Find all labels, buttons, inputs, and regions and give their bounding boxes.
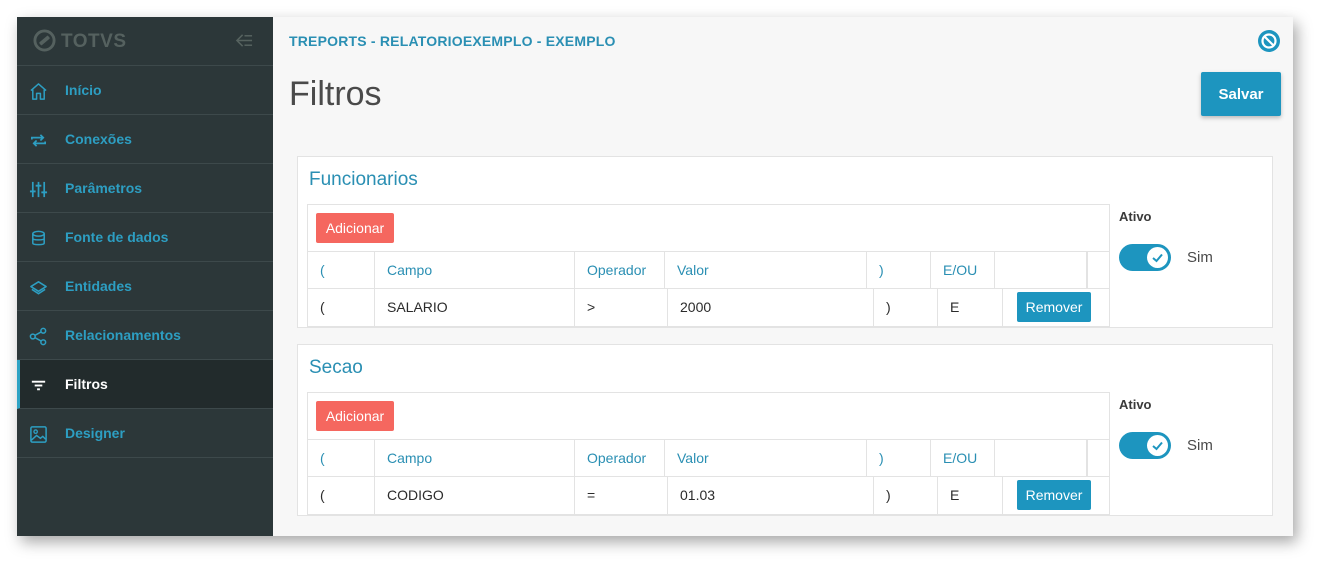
filter-panel-funcionarios: Funcionarios Adicionar ( Campo Operador … <box>297 156 1273 328</box>
add-button[interactable]: Adicionar <box>316 213 394 243</box>
cell-valor[interactable]: 01.03 <box>668 477 874 514</box>
brand-header: TOTVS <box>17 17 273 66</box>
cell-operador[interactable]: = <box>575 477 668 514</box>
image-icon <box>30 426 47 443</box>
cell-close-paren[interactable]: ) <box>874 477 938 514</box>
sidebar-item-entidades[interactable]: Entidades <box>17 262 273 311</box>
check-icon <box>1152 253 1163 263</box>
column-header-spacer <box>1087 252 1109 289</box>
cell-open-paren[interactable]: ( <box>308 477 375 514</box>
share-icon <box>29 327 47 346</box>
check-icon <box>1152 441 1163 451</box>
sidebar-item-inicio[interactable]: Início <box>17 66 273 115</box>
remove-button[interactable]: Remover <box>1017 292 1091 322</box>
panel-title: Secao <box>309 357 363 378</box>
column-header-spacer <box>1087 440 1109 477</box>
sidebar-item-label: Filtros <box>65 376 108 392</box>
ativo-label: Ativo <box>1119 397 1152 412</box>
sidebar-item-label: Designer <box>65 425 125 441</box>
help-icon[interactable] <box>1257 29 1281 53</box>
grid-header: ( Campo Operador Valor ) E/OU <box>308 439 1109 477</box>
filter-grid: Adicionar ( Campo Operador Valor ) E/OU … <box>307 392 1110 515</box>
column-header-actions <box>995 252 1087 289</box>
ativo-toggle-text: Sim <box>1187 437 1213 454</box>
cell-actions: Remover <box>1003 289 1109 326</box>
sidebar-item-label: Relacionamentos <box>65 327 181 343</box>
filter-icon <box>31 380 46 391</box>
database-icon <box>32 230 45 246</box>
table-row: ( SALARIO > 2000 ) E Remover <box>308 289 1109 327</box>
column-header-actions <box>995 440 1087 477</box>
cell-valor[interactable]: 2000 <box>668 289 874 326</box>
sidebar-item-parametros[interactable]: Parâmetros <box>17 164 273 213</box>
sidebar: TOTVS Início Conexões Parâmetros Fonte d… <box>17 17 273 536</box>
ativo-toggle[interactable] <box>1119 244 1171 271</box>
grid-header: ( Campo Operador Valor ) E/OU <box>308 251 1109 289</box>
filter-grid: Adicionar ( Campo Operador Valor ) E/OU … <box>307 204 1110 327</box>
column-header-open-paren[interactable]: ( <box>308 440 375 477</box>
column-header-operador[interactable]: Operador <box>575 252 665 289</box>
sliders-icon <box>29 181 48 198</box>
column-header-open-paren[interactable]: ( <box>308 252 375 289</box>
cell-actions: Remover <box>1003 477 1109 514</box>
save-button[interactable]: Salvar <box>1201 72 1281 116</box>
sidebar-item-label: Fonte de dados <box>65 229 169 245</box>
sidebar-item-conexoes[interactable]: Conexões <box>17 115 273 164</box>
sidebar-item-label: Entidades <box>65 278 132 294</box>
toggle-knob <box>1147 435 1168 456</box>
add-button[interactable]: Adicionar <box>316 401 394 431</box>
sidebar-item-relacionamentos[interactable]: Relacionamentos <box>17 311 273 360</box>
sidebar-item-designer[interactable]: Designer <box>17 409 273 458</box>
cell-e-ou[interactable]: E <box>938 289 1003 326</box>
ativo-toggle[interactable] <box>1119 432 1171 459</box>
column-header-valor[interactable]: Valor <box>665 252 867 289</box>
cell-e-ou[interactable]: E <box>938 477 1003 514</box>
layers-icon <box>30 281 47 295</box>
column-header-close-paren[interactable]: ) <box>867 252 931 289</box>
sidebar-menu: Início Conexões Parâmetros Fonte de dado… <box>17 66 273 458</box>
table-row: ( CODIGO = 01.03 ) E Remover <box>308 477 1109 515</box>
sidebar-item-label: Parâmetros <box>65 180 143 196</box>
column-header-campo[interactable]: Campo <box>375 440 575 477</box>
collapse-menu-icon[interactable] <box>235 32 254 49</box>
column-header-e-ou[interactable]: E/OU <box>931 252 995 289</box>
column-header-e-ou[interactable]: E/OU <box>931 440 995 477</box>
panel-title: Funcionarios <box>309 169 418 190</box>
home-icon <box>30 83 47 100</box>
sidebar-item-fonte-de-dados[interactable]: Fonte de dados <box>17 213 273 262</box>
totvs-logo-icon <box>33 29 56 52</box>
ativo-toggle-text: Sim <box>1187 249 1213 266</box>
toggle-knob <box>1147 247 1168 268</box>
cell-open-paren[interactable]: ( <box>308 289 375 326</box>
brand-name: TOTVS <box>61 31 127 52</box>
cell-campo[interactable]: CODIGO <box>375 477 575 514</box>
filter-panel-secao: Secao Adicionar ( Campo Operador Valor )… <box>297 344 1273 516</box>
sidebar-item-label: Início <box>65 82 102 98</box>
column-header-close-paren[interactable]: ) <box>867 440 931 477</box>
cell-operador[interactable]: > <box>575 289 668 326</box>
page-title: Filtros <box>289 75 382 113</box>
main-content: TREPORTS - RELATORIOEXEMPLO - EXEMPLO Fi… <box>273 17 1293 536</box>
sync-icon <box>30 134 47 147</box>
sidebar-item-filtros[interactable]: Filtros <box>17 360 273 409</box>
cell-close-paren[interactable]: ) <box>874 289 938 326</box>
remove-button[interactable]: Remover <box>1017 480 1091 510</box>
sidebar-item-label: Conexões <box>65 131 132 147</box>
ativo-label: Ativo <box>1119 209 1152 224</box>
breadcrumb[interactable]: TREPORTS - RELATORIOEXEMPLO - EXEMPLO <box>289 33 616 49</box>
app-window: TOTVS Início Conexões Parâmetros Fonte d… <box>17 17 1293 536</box>
column-header-campo[interactable]: Campo <box>375 252 575 289</box>
cell-campo[interactable]: SALARIO <box>375 289 575 326</box>
column-header-valor[interactable]: Valor <box>665 440 867 477</box>
column-header-operador[interactable]: Operador <box>575 440 665 477</box>
